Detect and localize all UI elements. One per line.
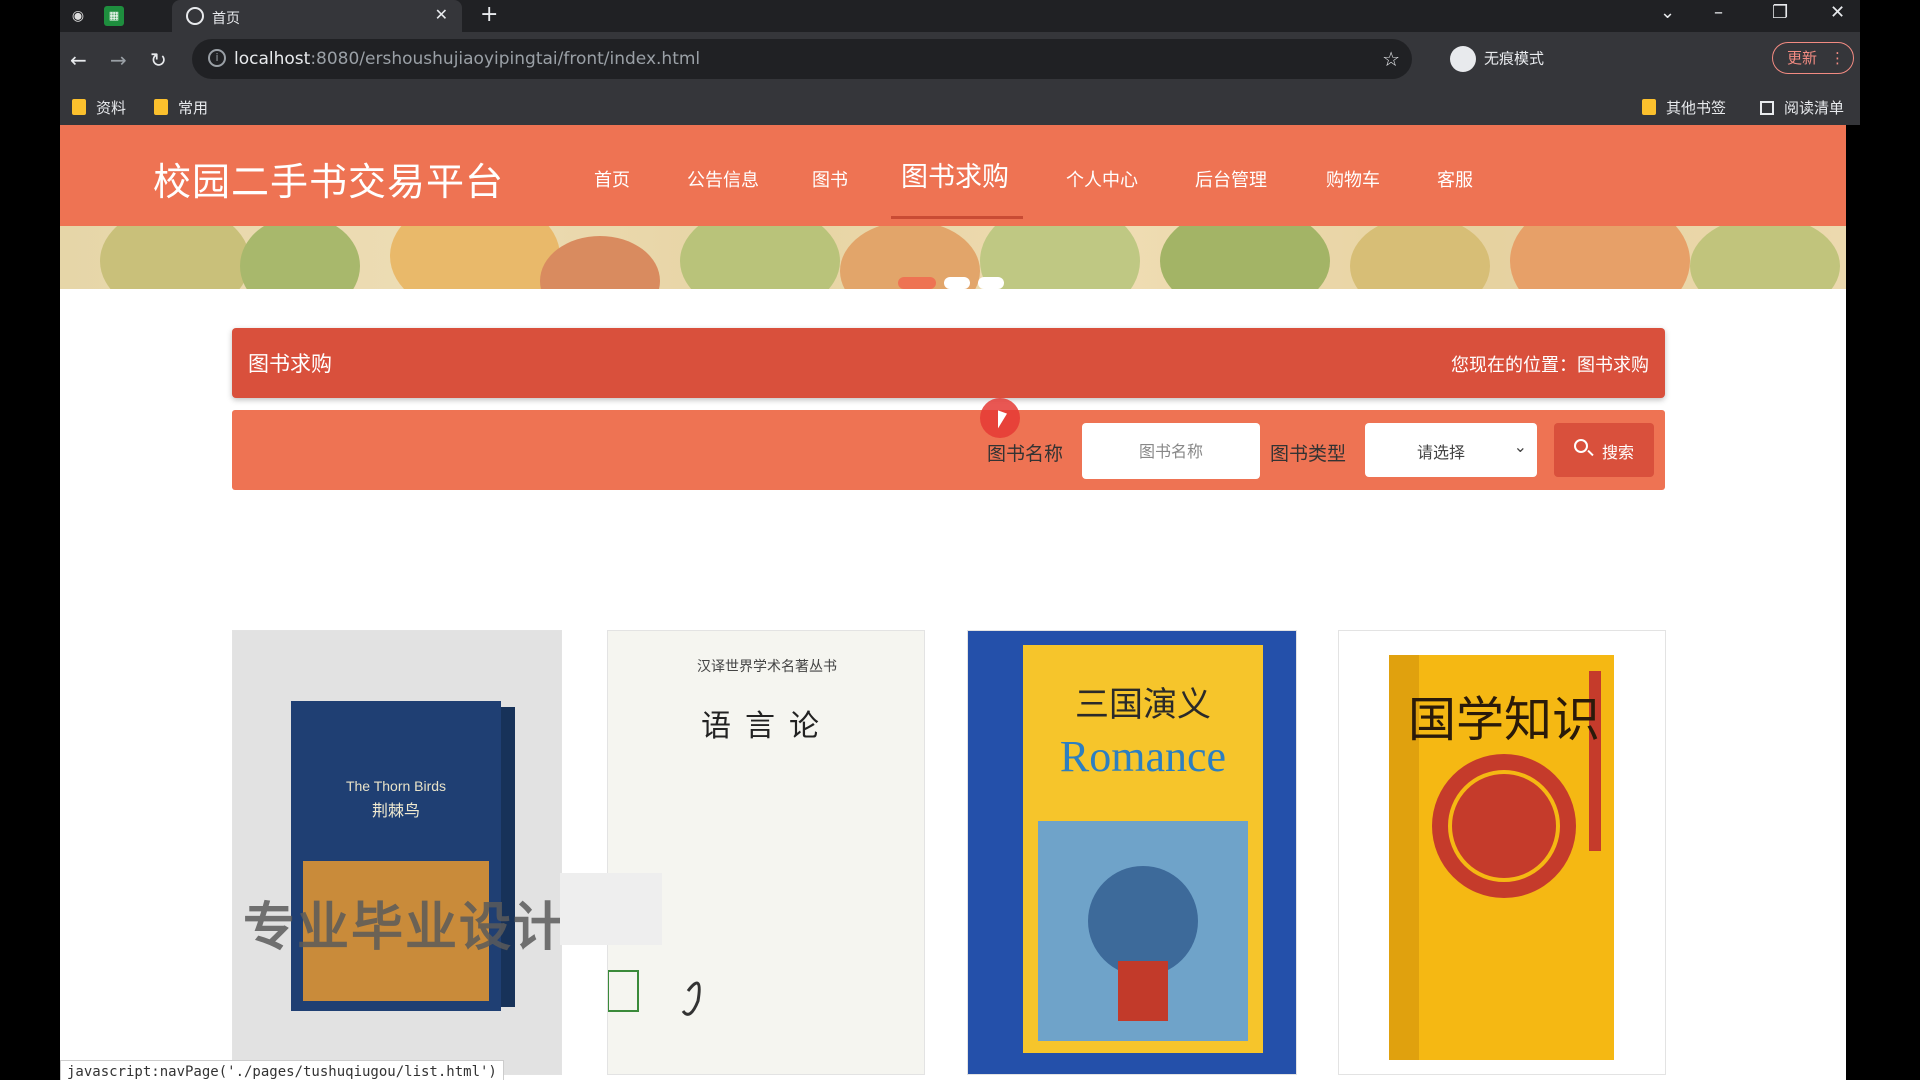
bookmark-label: 常用 bbox=[178, 99, 209, 117]
update-button[interactable]: 更新 ⋮ bbox=[1772, 42, 1854, 74]
bookmark-label: 资料 bbox=[96, 99, 127, 117]
breadcrumb: 您现在的位置：图书求购 bbox=[1451, 355, 1649, 376]
info-icon[interactable]: i bbox=[208, 49, 226, 67]
globe-icon bbox=[186, 7, 204, 25]
chevron-down-icon: ⌄ bbox=[1513, 437, 1527, 456]
menu-dots-icon[interactable]: ⋮ bbox=[1830, 43, 1845, 73]
minimize-icon[interactable]: – bbox=[1714, 2, 1723, 23]
book-type-value: 请选择 bbox=[1417, 443, 1466, 462]
banner-tree bbox=[680, 226, 840, 289]
status-bar-url: javascript:navPage('./pages/tushuqiugou/… bbox=[60, 1060, 504, 1080]
book-series: 汉译世界学术名著丛书 bbox=[697, 659, 837, 675]
sheets-icon[interactable]: ▦ bbox=[104, 6, 124, 26]
url-text[interactable]: localhost:8080/ershoushujiaoyipingtai/fr… bbox=[234, 49, 700, 69]
nav-book-requests[interactable]: 图书求购 bbox=[901, 155, 1009, 194]
book-card[interactable]: The Thorn Birds 荆棘鸟 bbox=[232, 630, 562, 1075]
banner-tree bbox=[1690, 226, 1840, 289]
reading-list[interactable]: 阅读清单 bbox=[1760, 97, 1844, 118]
nav-home[interactable]: 首页 bbox=[594, 166, 630, 192]
carousel-dot[interactable] bbox=[944, 277, 970, 289]
section-header: 图书求购 您现在的位置：图书求购 bbox=[232, 328, 1665, 398]
site-title: 校园二手书交易平台 bbox=[153, 160, 505, 204]
reading-list-icon bbox=[1760, 101, 1774, 115]
search-button[interactable]: 搜索 bbox=[1554, 423, 1654, 477]
tab-title: 首页 bbox=[212, 11, 240, 27]
book-title-cn: 三国演义 bbox=[1075, 685, 1211, 725]
watermark-block bbox=[560, 873, 662, 945]
folder-icon bbox=[154, 99, 168, 115]
book-name-label: 图书名称 bbox=[987, 443, 1064, 465]
nav-personal-center[interactable]: 个人中心 bbox=[1066, 166, 1138, 192]
book-cover-image: 国学知识 bbox=[1339, 631, 1665, 1074]
section-title: 图书求购 bbox=[248, 352, 332, 376]
book-cover-image: The Thorn Birds 荆棘鸟 bbox=[233, 631, 561, 1074]
book-title-cn: 荆棘鸟 bbox=[372, 801, 420, 820]
other-bookmarks-label: 其他书签 bbox=[1666, 99, 1727, 117]
search-icon bbox=[1574, 439, 1588, 453]
url-host: localhost bbox=[234, 49, 311, 69]
other-bookmarks[interactable]: 其他书签 bbox=[1642, 97, 1726, 118]
book-cover-image: 三国演义 Romance bbox=[968, 631, 1296, 1074]
carousel-dot[interactable] bbox=[978, 277, 1004, 289]
search-bar: 图书名称 图书类型 请选择 ⌄ 搜索 bbox=[232, 410, 1665, 490]
book-title-en: Romance bbox=[1060, 732, 1226, 781]
incognito-icon bbox=[1450, 46, 1476, 72]
book-cover-image: 汉译世界学术名著丛书 语言论 bbox=[608, 631, 924, 1074]
new-tab-button[interactable]: + bbox=[480, 2, 498, 27]
folder-icon bbox=[1642, 99, 1656, 115]
update-label: 更新 bbox=[1787, 49, 1818, 67]
folder-icon bbox=[72, 99, 86, 115]
url-path: :8080/ershoushujiaoyipingtai/front/index… bbox=[310, 49, 701, 69]
search-button-label: 搜索 bbox=[1602, 443, 1635, 462]
web-page: 校园二手书交易平台 首页 公告信息 图书 图书求购 个人中心 后台管理 购物车 … bbox=[60, 125, 1846, 1080]
tab-strip: ◉ ▦ 首页 ✕ + ⌄ – ❐ ✕ bbox=[60, 0, 1860, 32]
browser-chrome: ◉ ▦ 首页 ✕ + ⌄ – ❐ ✕ ← → ↻ i localhost:808… bbox=[60, 0, 1860, 125]
close-tab-icon[interactable]: ✕ bbox=[435, 5, 448, 24]
banner-tree bbox=[100, 226, 250, 289]
incognito-indicator[interactable]: 无痕模式 bbox=[1450, 46, 1544, 72]
browser-toolbar: ← → ↻ i localhost:8080/ershoushujiaoyipi… bbox=[60, 32, 1860, 88]
tab-search-icon[interactable]: ⌄ bbox=[1660, 2, 1675, 23]
bookmarks-bar: 资料 常用 其他书签 阅读清单 bbox=[60, 88, 1860, 125]
address-bar[interactable]: i localhost:8080/ershoushujiaoyipingtai/… bbox=[192, 39, 1412, 79]
book-card[interactable]: 国学知识 bbox=[1338, 630, 1666, 1075]
banner-tree bbox=[240, 226, 360, 289]
site-header: 校园二手书交易平台 首页 公告信息 图书 图书求购 个人中心 后台管理 购物车 … bbox=[60, 125, 1846, 226]
book-type-label: 图书类型 bbox=[1270, 443, 1347, 465]
mouse-cursor-icon bbox=[998, 410, 1007, 432]
reading-list-label: 阅读清单 bbox=[1784, 99, 1845, 117]
book-type-select[interactable]: 请选择 ⌄ bbox=[1365, 423, 1537, 477]
bookmark-folder-changyong[interactable]: 常用 bbox=[154, 97, 208, 118]
carousel-dot-active[interactable] bbox=[898, 277, 936, 289]
banner-tree bbox=[980, 226, 1140, 289]
globe-icon[interactable]: ◉ bbox=[68, 6, 88, 26]
nav-announcements[interactable]: 公告信息 bbox=[687, 166, 759, 192]
bookmark-folder-ziliao[interactable]: 资料 bbox=[72, 97, 126, 118]
forward-icon[interactable]: → bbox=[110, 48, 127, 72]
book-title-cn: 国学知识 bbox=[1408, 692, 1600, 748]
book-name-input[interactable] bbox=[1082, 423, 1260, 479]
incognito-label: 无痕模式 bbox=[1484, 49, 1545, 68]
nav-admin[interactable]: 后台管理 bbox=[1195, 166, 1267, 192]
reload-icon[interactable]: ↻ bbox=[150, 48, 167, 72]
nav-books[interactable]: 图书 bbox=[812, 166, 848, 192]
book-title-cn: 语言论 bbox=[701, 709, 833, 744]
restore-icon[interactable]: ❐ bbox=[1772, 2, 1788, 23]
nav-customer-service[interactable]: 客服 bbox=[1437, 166, 1473, 192]
banner-tree bbox=[390, 226, 560, 289]
banner-tree bbox=[1160, 226, 1330, 289]
tab-home[interactable]: 首页 ✕ bbox=[172, 0, 462, 32]
active-nav-underline bbox=[891, 216, 1023, 219]
banner-tree bbox=[1510, 226, 1690, 289]
nav-cart[interactable]: 购物车 bbox=[1326, 166, 1380, 192]
book-card[interactable]: 汉译世界学术名著丛书 语言论 bbox=[607, 630, 925, 1075]
book-title-en: The Thorn Birds bbox=[346, 778, 446, 794]
bookmark-star-icon[interactable]: ☆ bbox=[1382, 47, 1400, 71]
banner-tree bbox=[1350, 226, 1490, 289]
watermark-overlay: 专业毕业设计 bbox=[243, 898, 568, 958]
book-card[interactable]: 三国演义 Romance bbox=[967, 630, 1297, 1075]
close-window-icon[interactable]: ✕ bbox=[1830, 2, 1845, 23]
back-icon[interactable]: ← bbox=[70, 48, 87, 72]
